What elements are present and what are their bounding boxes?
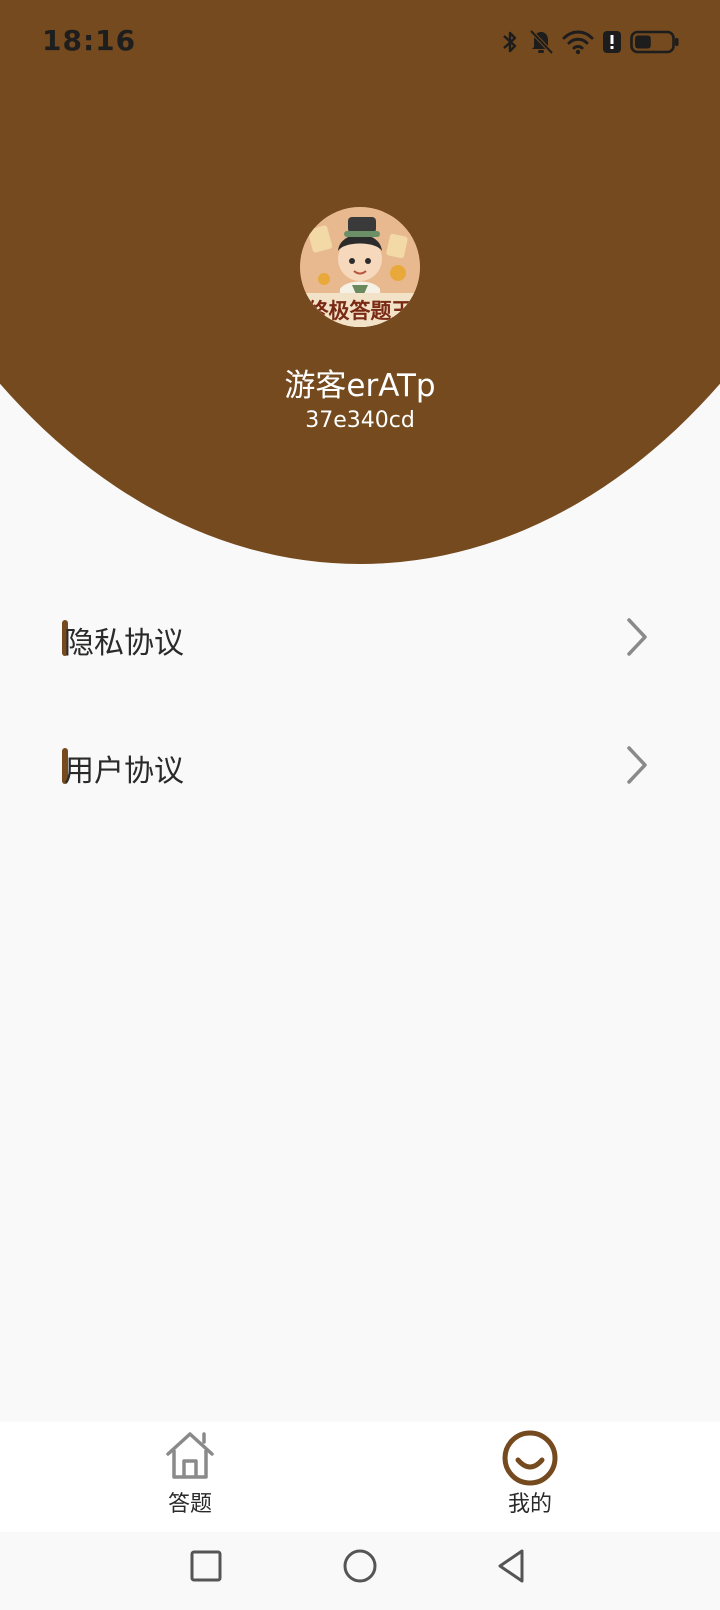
tab-mine-label: 我的 [507, 1492, 552, 1517]
tab-mine[interactable]: 我的 [460, 1422, 600, 1532]
smile-icon [502, 1430, 558, 1490]
battery-icon [630, 29, 680, 55]
status-bar: 18:16 [0, 0, 720, 84]
menu-item-user-agreement[interactable]: 用户协议 [0, 720, 720, 810]
bell-muted-icon [528, 28, 554, 56]
wifi-icon [562, 29, 594, 55]
home-icon [162, 1430, 218, 1486]
alert-icon [602, 29, 622, 55]
status-time: 18:16 [42, 24, 137, 57]
tab-quiz[interactable]: 答题 [120, 1422, 260, 1532]
tab-quiz-label: 答题 [167, 1492, 212, 1517]
user-id: 37e340cd [305, 408, 415, 433]
chevron-right-icon [624, 616, 650, 662]
profile-screen: 18:16 终极答题王 游客erATp 37e340cd 隐私协议 用户协议 答… [0, 0, 720, 1610]
bluetooth-icon [500, 29, 520, 55]
username: 游客erATp [284, 368, 436, 404]
avatar[interactable]: 终极答题王 [300, 207, 420, 327]
system-nav-bar [0, 1532, 720, 1610]
chevron-right-icon [624, 744, 650, 790]
menu-item-privacy-policy[interactable]: 隐私协议 [0, 592, 720, 682]
menu-item-label: 隐私协议 [64, 626, 184, 661]
avatar-title-text: 终极答题王 [307, 299, 413, 323]
recent-apps-icon[interactable] [190, 1548, 222, 1588]
home-circle-icon[interactable] [342, 1548, 378, 1588]
bottom-nav: 答题 我的 [0, 1422, 720, 1532]
status-icons [500, 26, 680, 58]
back-icon[interactable] [494, 1548, 528, 1588]
menu-item-label: 用户协议 [64, 754, 184, 789]
